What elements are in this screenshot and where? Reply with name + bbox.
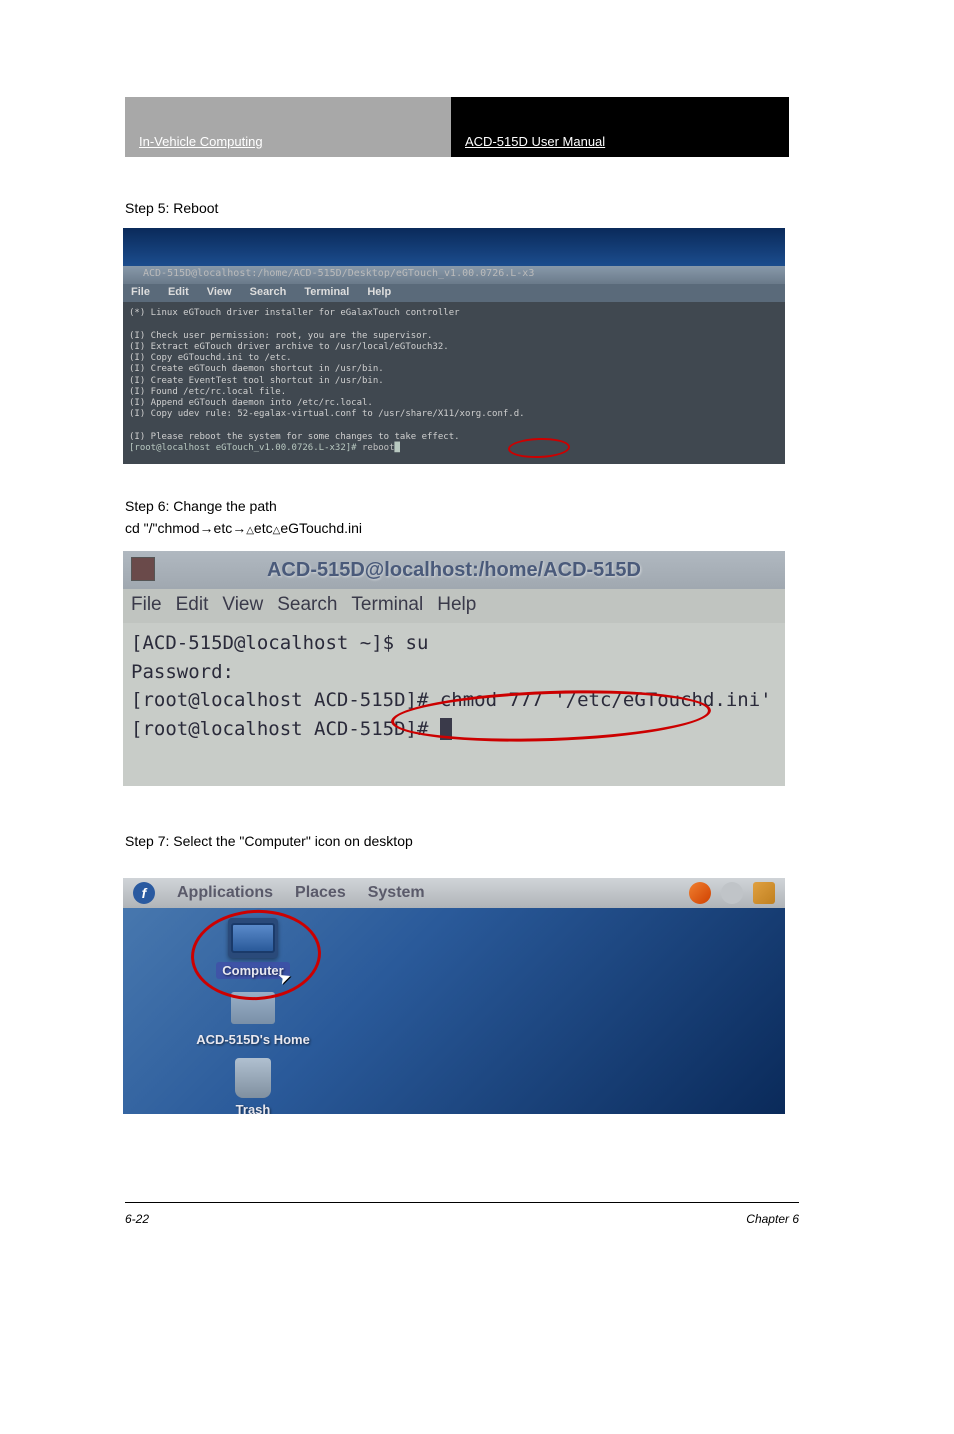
menu2-view[interactable]: View xyxy=(222,594,263,618)
terminal-menubar: File Edit View Search Terminal Help xyxy=(123,284,785,302)
header-left-cell: In-Vehicle Computing xyxy=(125,97,451,157)
gnome-panel: f Applications Places System xyxy=(123,878,785,908)
menu2-edit[interactable]: Edit xyxy=(176,594,209,618)
panel-places[interactable]: Places xyxy=(295,884,346,902)
step-7-text: Step 7: Select the "Computer" icon on de… xyxy=(125,830,413,852)
terminal-output: (*) Linux eGTouch driver installer for e… xyxy=(129,308,525,442)
footer-chapter: Chapter 6 xyxy=(746,1212,799,1226)
terminal-prompt: [root@localhost eGTouch_v1.00.0726.L-x32… xyxy=(129,443,362,453)
terminal-command-reboot: reboot xyxy=(362,443,395,453)
tray-icon-2[interactable] xyxy=(721,882,743,904)
menu-terminal[interactable]: Terminal xyxy=(304,286,349,300)
menu-help[interactable]: Help xyxy=(367,286,391,300)
terminal2-line2: Password: xyxy=(131,661,234,683)
tray-icon-3[interactable] xyxy=(753,882,775,904)
terminal2-titlebar: ACD-515D@localhost:/home/ACD-515D xyxy=(123,551,785,589)
terminal2-line1: [ACD-515D@localhost ~]$ su xyxy=(131,632,428,654)
trash-icon xyxy=(228,1058,278,1098)
trash-label: Trash xyxy=(236,1102,271,1114)
firefox-icon[interactable] xyxy=(689,882,711,904)
header-right-cell: ACD-515D User Manual xyxy=(451,97,789,157)
home-label: ACD-515D's Home xyxy=(196,1032,310,1047)
menu-view[interactable]: View xyxy=(207,286,232,300)
menu2-search[interactable]: Search xyxy=(277,594,337,618)
menu-file[interactable]: File xyxy=(131,286,150,300)
terminal2-title: ACD-515D@localhost:/home/ACD-515D xyxy=(267,559,641,582)
desktop-icon-trash[interactable]: Trash xyxy=(183,1058,323,1114)
footer-rule xyxy=(125,1202,799,1203)
step-6-path: cd "/"chmod→etc→△etc△eGTouchd.ini xyxy=(125,520,362,536)
terminal-window-icon xyxy=(131,557,155,581)
panel-system[interactable]: System xyxy=(368,884,425,902)
page-header: In-Vehicle Computing ACD-515D User Manua… xyxy=(125,97,789,157)
terminal-title: ACD-515D@localhost:/home/ACD-515D/Deskto… xyxy=(143,268,534,279)
step-6-text: Step 6: Change the path xyxy=(125,498,277,514)
fedora-logo-icon[interactable]: f xyxy=(133,882,155,904)
screenshot-terminal-reboot: ACD-515D@localhost:/home/ACD-515D/Deskto… xyxy=(123,228,785,464)
terminal-body[interactable]: (*) Linux eGTouch driver installer for e… xyxy=(123,302,785,464)
menu-search[interactable]: Search xyxy=(250,286,287,300)
panel-tray xyxy=(689,882,775,904)
menu2-file[interactable]: File xyxy=(131,594,162,618)
menu2-help[interactable]: Help xyxy=(437,594,476,618)
footer-page-number: 6-22 xyxy=(125,1212,149,1226)
step-5-text: Step 5: Reboot xyxy=(125,200,218,216)
header-right-text: ACD-515D User Manual xyxy=(465,134,605,149)
terminal-titlebar: ACD-515D@localhost:/home/ACD-515D/Deskto… xyxy=(123,266,785,284)
header-left-text: In-Vehicle Computing xyxy=(139,134,263,149)
menu-edit[interactable]: Edit xyxy=(168,286,189,300)
screenshot-terminal-chmod: ACD-515D@localhost:/home/ACD-515D File E… xyxy=(123,551,785,786)
terminal2-menubar: File Edit View Search Terminal Help xyxy=(123,589,785,623)
menu2-terminal[interactable]: Terminal xyxy=(351,594,423,618)
panel-applications[interactable]: Applications xyxy=(177,884,273,902)
screenshot-desktop: f Applications Places System Computer AC… xyxy=(123,878,785,1114)
